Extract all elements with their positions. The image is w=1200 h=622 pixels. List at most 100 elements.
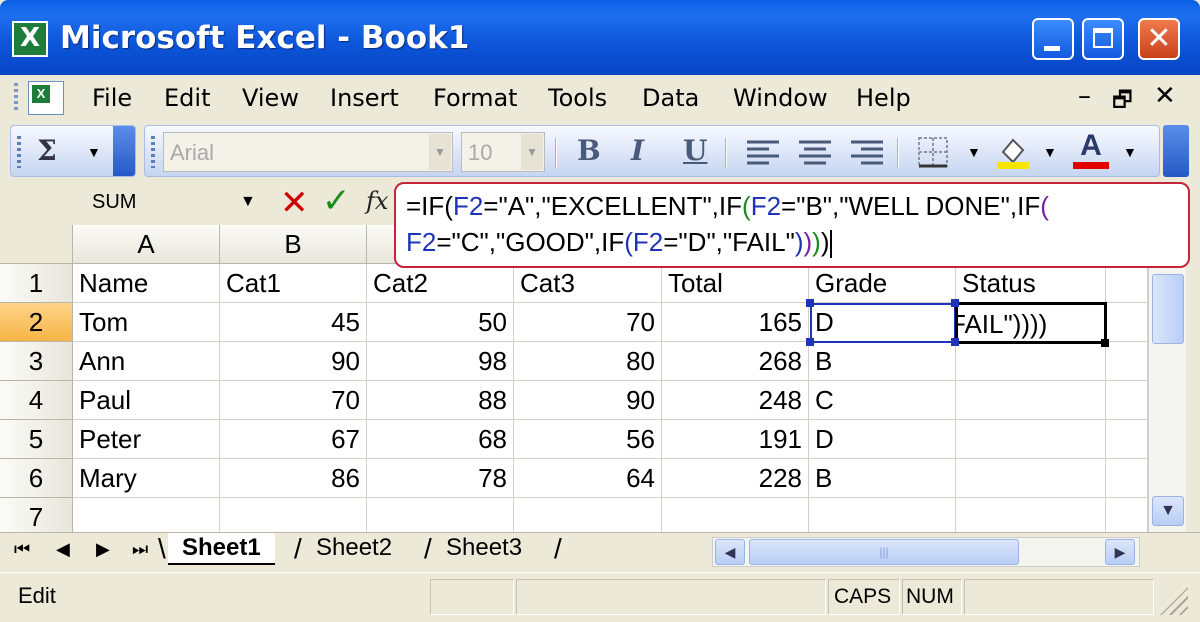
cell-f7[interactable] [809,498,956,532]
maximize-button[interactable] [1082,18,1124,60]
cell-g6[interactable] [956,459,1106,498]
workbook-icon[interactable] [28,81,64,115]
cell-h3[interactable] [1106,342,1148,381]
cell-b1[interactable]: Cat1 [220,264,367,303]
cell-d6[interactable]: 64 [514,459,662,498]
cell-c7[interactable] [367,498,514,532]
chevron-down-icon[interactable]: ▼ [521,134,543,170]
close-button[interactable]: ✕ [1138,18,1180,60]
horizontal-scroll-thumb[interactable]: ||| [749,539,1019,565]
menu-view[interactable]: View [242,84,299,112]
last-sheet-button[interactable]: ⏭ [132,539,148,560]
excel-app-icon[interactable]: X [12,21,48,57]
select-all-corner[interactable] [0,225,73,264]
workbook-restore-button[interactable]: 🗗 [1112,83,1133,121]
tab-sheet1[interactable]: Sheet1 [168,533,275,565]
reference-handle[interactable] [951,299,959,307]
menu-file[interactable]: File [92,84,132,112]
insert-function-icon[interactable]: fx [366,187,388,215]
toolbar-options-button[interactable] [113,126,135,176]
row-header-5[interactable]: 5 [0,420,73,459]
cell-e4[interactable]: 248 [662,381,809,420]
cell-c3[interactable]: 98 [367,342,514,381]
borders-dropdown-arrow[interactable]: ▼ [967,144,981,160]
menu-format[interactable]: Format [433,84,518,112]
font-color-button[interactable]: A [1073,130,1109,170]
scroll-right-arrow[interactable]: ▶ [1105,539,1135,565]
workbook-close-button[interactable]: ✕ [1154,81,1176,111]
column-header-b[interactable]: B [220,225,367,264]
cell-g4[interactable] [956,381,1106,420]
row-header-7[interactable]: 7 [0,498,73,532]
cell-h5[interactable] [1106,420,1148,459]
cell-e7[interactable] [662,498,809,532]
name-box[interactable]: SUM ▼ [14,185,264,221]
menu-grip[interactable] [14,83,18,113]
cell-a4[interactable]: Paul [73,381,220,420]
first-sheet-button[interactable]: ⏮ [14,539,30,560]
bold-button[interactable]: B [577,134,601,167]
row-header-1[interactable]: 1 [0,264,73,303]
cell-f1[interactable]: Grade [809,264,956,303]
reference-handle[interactable] [951,338,959,346]
cell-a5[interactable]: Peter [73,420,220,459]
cell-c5[interactable]: 68 [367,420,514,459]
cell-d4[interactable]: 90 [514,381,662,420]
underline-button[interactable]: U [683,134,707,167]
cell-c6[interactable]: 78 [367,459,514,498]
cell-e3[interactable]: 268 [662,342,809,381]
cell-d1[interactable]: Cat3 [514,264,662,303]
reference-handle[interactable] [806,299,814,307]
tab-sheet2[interactable]: Sheet2 [302,533,406,565]
row-header-6[interactable]: 6 [0,459,73,498]
align-center-icon[interactable] [797,138,833,166]
cell-b7[interactable] [220,498,367,532]
menu-tools[interactable]: Tools [548,84,607,112]
cell-g1[interactable]: Status [956,264,1106,303]
cell-d2[interactable]: 70 [514,303,662,342]
cell-d5[interactable]: 56 [514,420,662,459]
toolbar-grip[interactable] [151,136,155,168]
toolbar-grip[interactable] [17,136,21,168]
cell-h6[interactable] [1106,459,1148,498]
reference-handle[interactable] [806,338,814,346]
cell-b5[interactable]: 67 [220,420,367,459]
vertical-scroll-thumb[interactable] [1152,274,1184,344]
minimize-button[interactable] [1032,18,1074,60]
cell-c4[interactable]: 88 [367,381,514,420]
menu-window[interactable]: Window [733,84,828,112]
fill-color-dropdown-arrow[interactable]: ▼ [1043,144,1057,160]
vertical-scrollbar[interactable]: ▼ [1148,264,1186,532]
cell-a3[interactable]: Ann [73,342,220,381]
title-bar[interactable]: X Microsoft Excel - Book1 ✕ [0,0,1200,75]
align-left-icon[interactable] [745,138,781,166]
menu-edit[interactable]: Edit [164,84,210,112]
fill-handle[interactable] [1101,339,1109,347]
cell-b6[interactable]: 86 [220,459,367,498]
cell-f3[interactable]: B [809,342,956,381]
cell-g5[interactable] [956,420,1106,459]
cell-d3[interactable]: 80 [514,342,662,381]
horizontal-scrollbar[interactable]: ◀ ||| ▶ [712,537,1140,567]
active-cell-g2[interactable]: FAIL")))) [955,302,1107,344]
font-name-combo[interactable]: Arial ▼ [163,132,453,172]
toolbar-options-button[interactable] [1163,125,1189,177]
menu-insert[interactable]: Insert [330,84,399,112]
prev-sheet-button[interactable]: ◀ [56,539,70,560]
enter-icon[interactable]: ✓ [322,181,351,221]
spreadsheet-grid[interactable]: A B C D E F G 1 2 3 4 5 6 7 Name Cat1 Ca… [0,225,1148,532]
italic-button[interactable]: I [631,134,644,167]
cell-e6[interactable]: 228 [662,459,809,498]
cell-a6[interactable]: Mary [73,459,220,498]
cell-c2[interactable]: 50 [367,303,514,342]
cell-d7[interactable] [514,498,662,532]
fill-color-icon[interactable] [995,134,1031,170]
formula-input[interactable]: =IF(F2="A","EXCELLENT",IF(F2="B","WELL D… [394,182,1190,268]
cell-f5[interactable]: D [809,420,956,459]
row-header-3[interactable]: 3 [0,342,73,381]
cell-b4[interactable]: 70 [220,381,367,420]
cell-f4[interactable]: C [809,381,956,420]
autosum-icon[interactable]: Σ [37,134,57,167]
cell-h1[interactable] [1106,264,1148,303]
cell-b3[interactable]: 90 [220,342,367,381]
